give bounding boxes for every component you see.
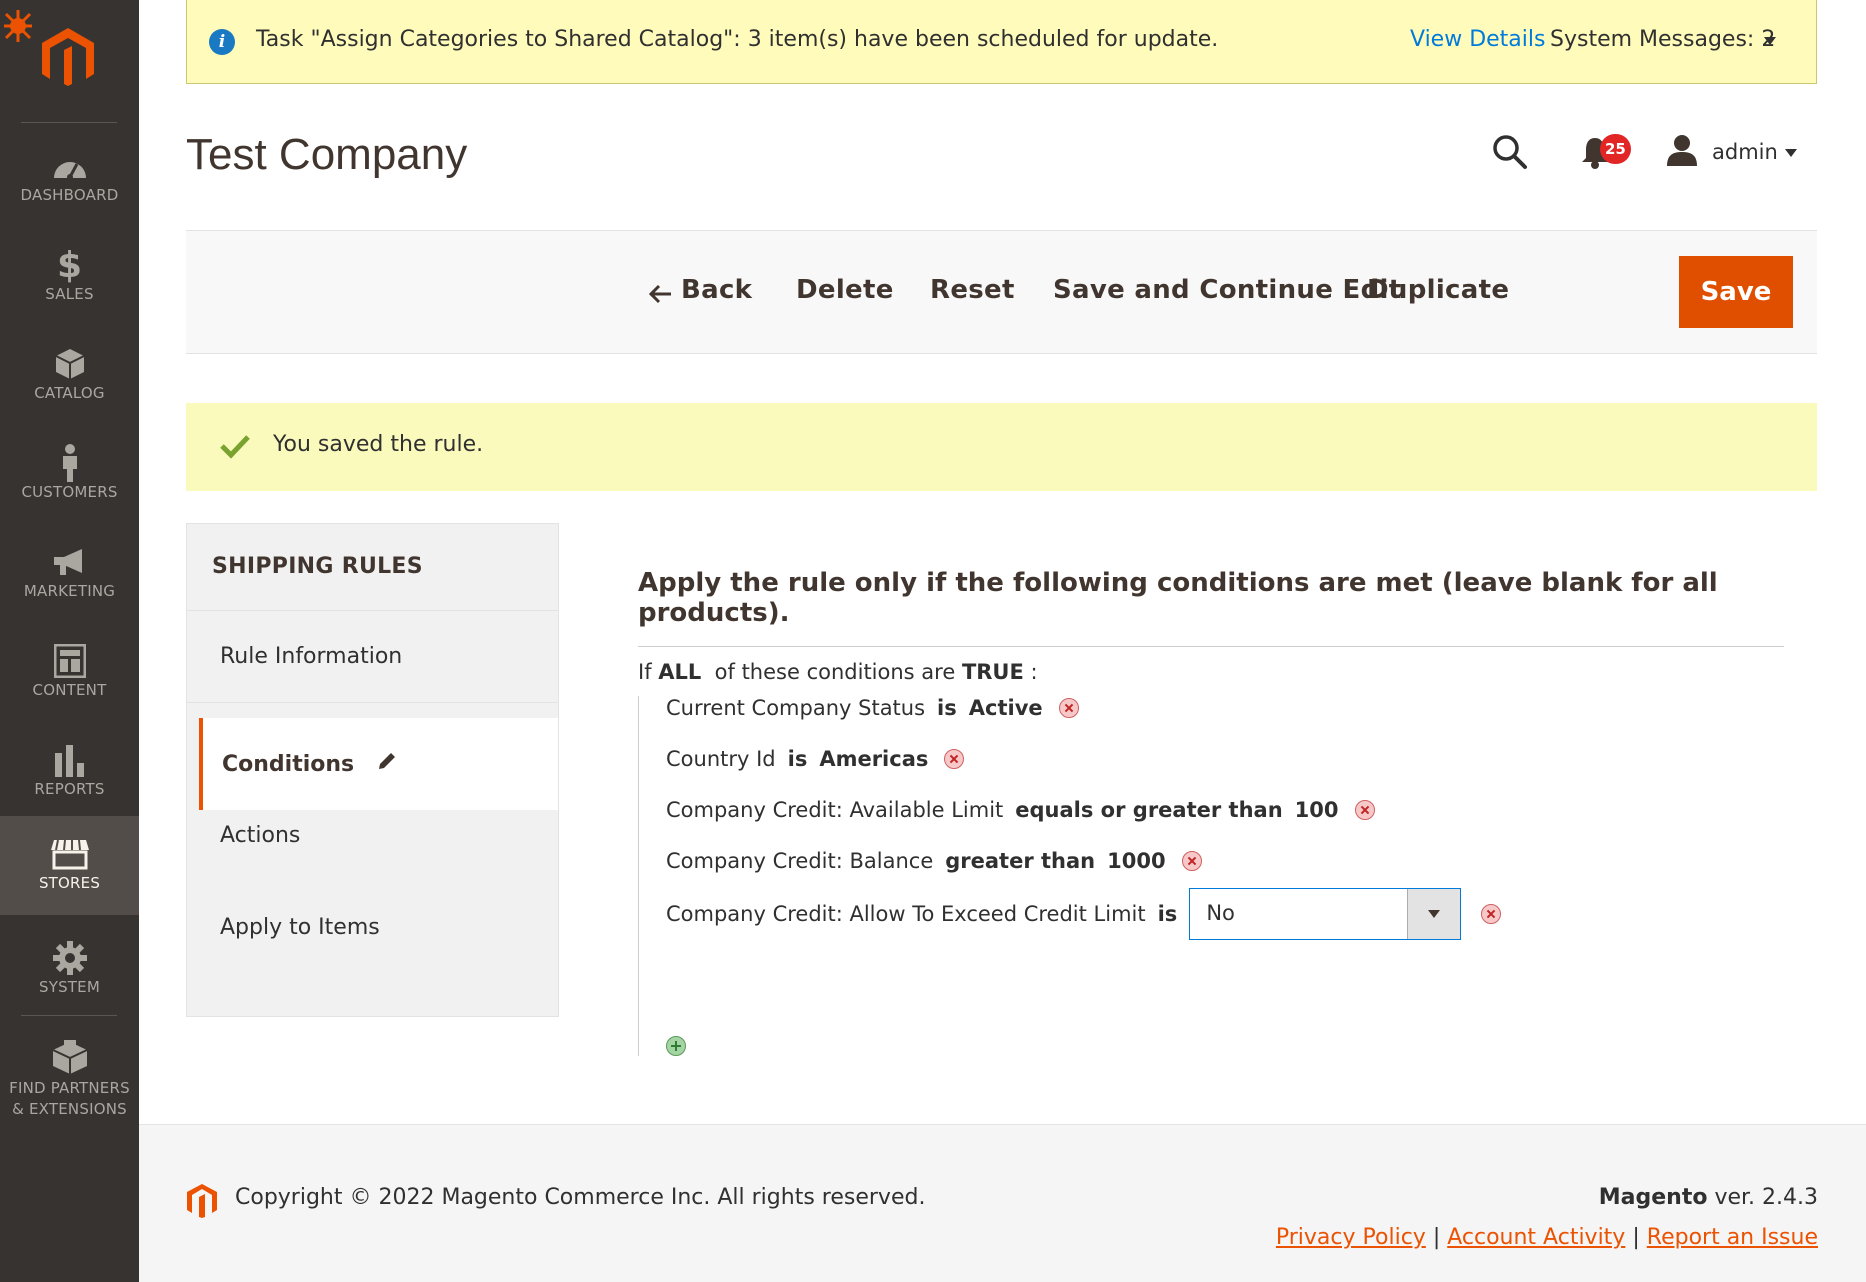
add-condition-icon[interactable] [666, 1036, 686, 1056]
conditions-list: Current Company Status is Active Country… [638, 696, 1778, 1056]
notifications-badge[interactable]: 25 [1600, 134, 1631, 164]
conditions-section: Apply the rule only if the following con… [638, 568, 1818, 1056]
remove-condition-icon[interactable] [1181, 851, 1202, 871]
version-text: Magento ver. 2.4.3 [1598, 1185, 1818, 1210]
checkmark-icon [219, 433, 251, 463]
chevron-down-icon[interactable] [1407, 889, 1461, 939]
system-message-text: Task "Assign Categories to Shared Catalo… [256, 27, 1219, 52]
system-message-bar: i Task "Assign Categories to Shared Cata… [186, 0, 1817, 84]
bar-chart-icon [0, 740, 139, 780]
page-actions-bar: Back Delete Reset Save and Continue Edit… [186, 230, 1817, 354]
remove-condition-icon[interactable] [944, 749, 965, 769]
remove-condition-icon[interactable] [1058, 698, 1079, 718]
copyright-text: Copyright © 2022 Magento Commerce Inc. A… [235, 1185, 926, 1210]
person-icon [0, 443, 139, 483]
condition-row: Company Credit: Balance greater than 100… [666, 849, 1202, 873]
delete-button[interactable]: Delete [796, 275, 894, 305]
pencil-icon [376, 750, 398, 778]
user-name[interactable]: admin [1712, 140, 1778, 164]
remove-condition-icon[interactable] [1481, 904, 1502, 924]
tab-apply-to-items[interactable]: Apply to Items [187, 881, 558, 973]
page-title: Test Company [186, 130, 468, 179]
chevron-down-icon[interactable] [1764, 37, 1776, 45]
search-icon[interactable] [1492, 134, 1528, 174]
account-activity-link[interactable]: Account Activity [1447, 1225, 1625, 1250]
main-content: i Task "Assign Categories to Shared Cata… [139, 0, 1866, 1282]
conditions-heading: Apply the rule only if the following con… [638, 568, 1784, 647]
page-footer: Copyright © 2022 Magento Commerce Inc. A… [139, 1124, 1866, 1282]
nav-catalog[interactable]: CATALOG [0, 326, 139, 425]
magento-logo[interactable] [0, 0, 139, 110]
tabs-title: SHIPPING RULES [187, 524, 558, 611]
shipping-rules-tabs: SHIPPING RULES Rule Information Conditio… [186, 523, 559, 1017]
condition-row: Company Credit: Available Limit equals o… [666, 798, 1375, 822]
nav-find-partners[interactable]: FIND PARTNERS & EXTENSIONS [0, 1020, 139, 1140]
view-details-link[interactable]: View Details [1410, 27, 1545, 52]
admin-sidebar: DASHBOARD $ SALES CATALOG CUSTOMERS MARK… [0, 0, 139, 1282]
arrow-left-icon[interactable] [648, 281, 673, 311]
condition-value-select[interactable]: No [1189, 888, 1462, 940]
nav-content[interactable]: CONTENT [0, 623, 139, 722]
aggregator-value-link[interactable]: TRUE [962, 660, 1024, 684]
report-issue-link[interactable]: Report an Issue [1647, 1225, 1818, 1250]
success-message: You saved the rule. [186, 403, 1817, 491]
tab-rule-information[interactable]: Rule Information [187, 611, 558, 703]
info-icon: i [209, 29, 235, 55]
nav-sales[interactable]: $ SALES [0, 227, 139, 326]
privacy-policy-link[interactable]: Privacy Policy [1276, 1225, 1426, 1250]
nav-dashboard[interactable]: DASHBOARD [0, 128, 139, 227]
remove-condition-icon[interactable] [1354, 800, 1375, 820]
box-icon [0, 344, 139, 384]
condition-row: Country Id is Americas [666, 747, 965, 771]
nav-reports[interactable]: REPORTS [0, 722, 139, 821]
conditions-aggregator: If ALL of these conditions are TRUE : [638, 660, 1038, 684]
nav-stores[interactable]: STORES [0, 816, 139, 915]
condition-row: Company Credit: Allow To Exceed Credit L… [666, 888, 1502, 940]
chevron-down-icon[interactable] [1785, 149, 1797, 157]
magento-logo-icon [186, 1183, 218, 1223]
extensions-icon [0, 1038, 139, 1078]
nav-marketing[interactable]: MARKETING [0, 524, 139, 623]
footer-links: Privacy Policy | Account Activity | Repo… [1275, 1225, 1818, 1250]
bug-icon [4, 10, 32, 42]
gear-icon [0, 938, 139, 978]
nav-customers[interactable]: CUSTOMERS [0, 425, 139, 524]
save-button[interactable]: Save [1679, 256, 1793, 328]
duplicate-button[interactable]: Duplicate [1367, 275, 1509, 305]
aggregator-link[interactable]: ALL [658, 660, 701, 684]
user-icon[interactable] [1666, 134, 1698, 170]
reset-button[interactable]: Reset [930, 275, 1015, 305]
nav-system[interactable]: SYSTEM [0, 920, 139, 1019]
dashboard-icon [0, 146, 139, 186]
system-messages-count[interactable]: System Messages: 2 [1550, 27, 1775, 52]
tab-actions[interactable]: Actions [187, 789, 558, 881]
layout-icon [0, 641, 139, 681]
save-continue-button[interactable]: Save and Continue Edit [1053, 275, 1401, 305]
megaphone-icon [0, 542, 139, 582]
dollar-icon: $ [56, 244, 83, 286]
store-icon [0, 834, 139, 874]
back-button[interactable]: Back [681, 275, 752, 305]
condition-row: Current Company Status is Active [666, 696, 1079, 720]
